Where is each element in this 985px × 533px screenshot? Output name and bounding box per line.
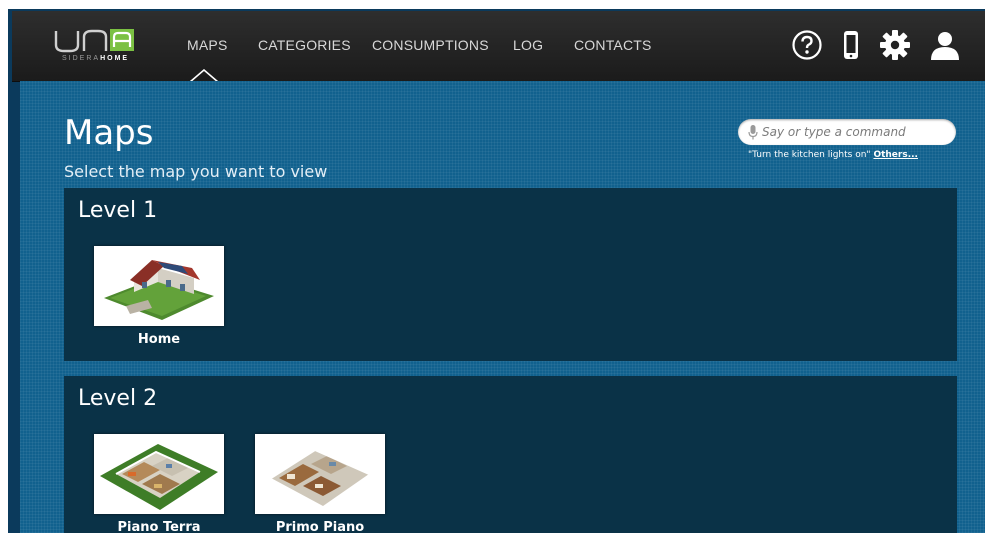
level-panel: Level 2 Piano Terra Primo Piano: [64, 376, 957, 533]
logo-subtitle: SIDERAHOME: [62, 55, 130, 62]
main-content: Maps Select the map you want to view Say…: [20, 81, 985, 533]
command-hint: "Turn the kitchen lights on" Others...: [748, 150, 918, 160]
map-card-home[interactable]: Home: [94, 246, 224, 347]
command-hint-text: "Turn the kitchen lights on": [748, 150, 871, 160]
map-card-primo-piano[interactable]: Primo Piano: [255, 434, 385, 533]
nav-maps[interactable]: MAPS: [187, 37, 227, 53]
map-thumbnail[interactable]: [255, 434, 385, 514]
map-card-piano-terra[interactable]: Piano Terra: [94, 434, 224, 533]
command-placeholder: Say or type a command: [762, 125, 906, 139]
settings-icon[interactable]: [879, 29, 911, 61]
map-label: Primo Piano: [275, 520, 365, 533]
level-title: Level 1: [78, 198, 158, 223]
command-input[interactable]: Say or type a command: [738, 119, 956, 145]
nav-consumptions[interactable]: CONSUMPTIONS: [372, 37, 489, 53]
nav-categories[interactable]: CATEGORIES: [258, 37, 351, 53]
map-thumbnail[interactable]: [94, 434, 224, 514]
level-title: Level 2: [78, 386, 158, 411]
floorplan-3d-image: [96, 436, 222, 512]
user-icon[interactable]: [929, 29, 961, 61]
page-title: Maps: [64, 113, 154, 153]
map-label: Home: [137, 332, 181, 347]
help-icon[interactable]: [791, 29, 823, 61]
map-label: Piano Terra: [117, 520, 201, 533]
floorplan-3d-image: [257, 436, 383, 512]
top-navbar: SIDERAHOME MAPS CATEGORIES CONSUMPTIONS …: [12, 11, 985, 83]
house-3d-image: [96, 248, 222, 324]
level-panel: Level 1 Home: [64, 188, 957, 361]
app-logo[interactable]: SIDERAHOME: [50, 25, 140, 65]
nav-contacts[interactable]: CONTACTS: [574, 37, 652, 53]
page-subtitle: Select the map you want to view: [64, 162, 328, 181]
map-thumbnail[interactable]: [94, 246, 224, 326]
phone-icon[interactable]: [835, 29, 867, 61]
microphone-icon[interactable]: [748, 125, 758, 140]
nav-log[interactable]: LOG: [513, 37, 543, 53]
others-link[interactable]: Others...: [873, 150, 918, 160]
logo-mark-icon: [54, 29, 134, 53]
app-frame: SIDERAHOME MAPS CATEGORIES CONSUMPTIONS …: [8, 9, 985, 533]
